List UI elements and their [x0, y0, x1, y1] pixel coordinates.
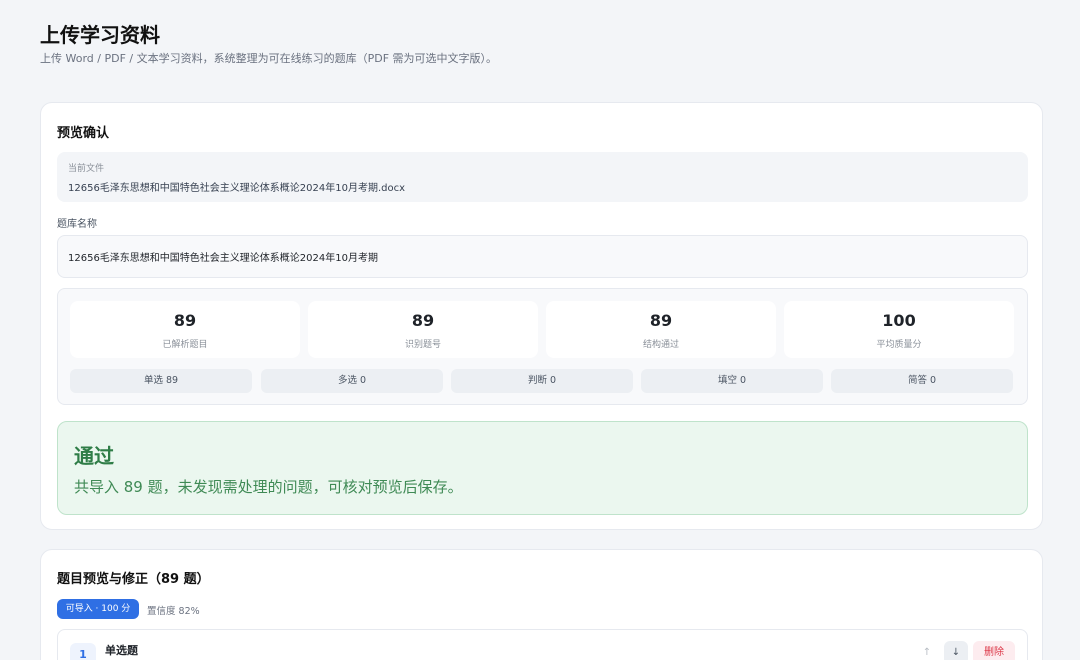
type-pill-single: 单选 89 [70, 369, 252, 393]
stat-structure: 89 结构通过 [546, 301, 776, 358]
preview-title: 预览确认 [57, 126, 110, 141]
page-title: 上传学习资料 [40, 23, 160, 47]
stat-label: 已解析题目 [162, 340, 208, 350]
arrow-up-icon: ↑ [922, 647, 932, 658]
result-title: 通过 [74, 444, 114, 468]
stat-value: 100 [882, 311, 916, 330]
type-pill-short: 简答 0 [831, 369, 1013, 393]
stat-value: 89 [411, 311, 435, 330]
type-pill-fill: 填空 0 [641, 369, 823, 393]
move-down-button[interactable]: ↓ [944, 641, 968, 660]
move-up-button[interactable]: ↑ [915, 641, 939, 660]
questions-card: 题目预览与修正（89 题） 可导入 · 100 分 置信度 82% 1 单选题 … [40, 549, 1043, 660]
stats-panel: 89 已解析题目 89 识别题号 89 结构通过 100 平均质量分 单选 89… [57, 288, 1028, 405]
stat-label: 识别题号 [404, 340, 441, 350]
question-item[interactable]: 1 单选题 ↑ ↓ 删除 [57, 629, 1028, 660]
current-file-box: 当前文件 12656毛泽东思想和中国特色社会主义理论体系概论2024年10月考期… [57, 152, 1028, 202]
preview-card: 预览确认 当前文件 12656毛泽东思想和中国特色社会主义理论体系概论2024年… [40, 102, 1043, 530]
stat-value: 89 [649, 311, 673, 330]
bank-name-label: 题库名称 [57, 219, 97, 230]
result-description: 共导入 89 题，未发现需处理的问题，可核对预览后保存。 [74, 478, 463, 496]
type-pill-multiple: 多选 0 [261, 369, 443, 393]
stat-parsed: 89 已解析题目 [70, 301, 300, 358]
delete-button[interactable]: 删除 [973, 641, 1015, 660]
import-status-badge: 可导入 · 100 分 [57, 599, 139, 619]
current-file-label: 当前文件 [68, 164, 105, 174]
arrow-down-icon: ↓ [951, 647, 961, 658]
stat-value: 89 [173, 311, 197, 330]
confidence-text: 置信度 82% [147, 606, 200, 617]
result-banner: 通过 共导入 89 题，未发现需处理的问题，可核对预览后保存。 [57, 421, 1028, 515]
page-subtitle: 上传 Word / PDF / 文本学习资料，系统整理为可在线练习的题库（PDF… [40, 52, 498, 65]
question-number: 1 [70, 643, 96, 660]
questions-title: 题目预览与修正（89 题） [57, 572, 210, 587]
current-file-name: 12656毛泽东思想和中国特色社会主义理论体系概论2024年10月考期.docx [68, 183, 406, 194]
stat-numbers: 89 识别题号 [308, 301, 538, 358]
bank-name-input[interactable] [57, 235, 1028, 278]
type-pill-judge: 判断 0 [451, 369, 633, 393]
question-type: 单选题 [105, 644, 138, 657]
stat-label: 结构通过 [642, 340, 679, 350]
stat-quality: 100 平均质量分 [784, 301, 1014, 358]
stat-label: 平均质量分 [876, 340, 922, 350]
